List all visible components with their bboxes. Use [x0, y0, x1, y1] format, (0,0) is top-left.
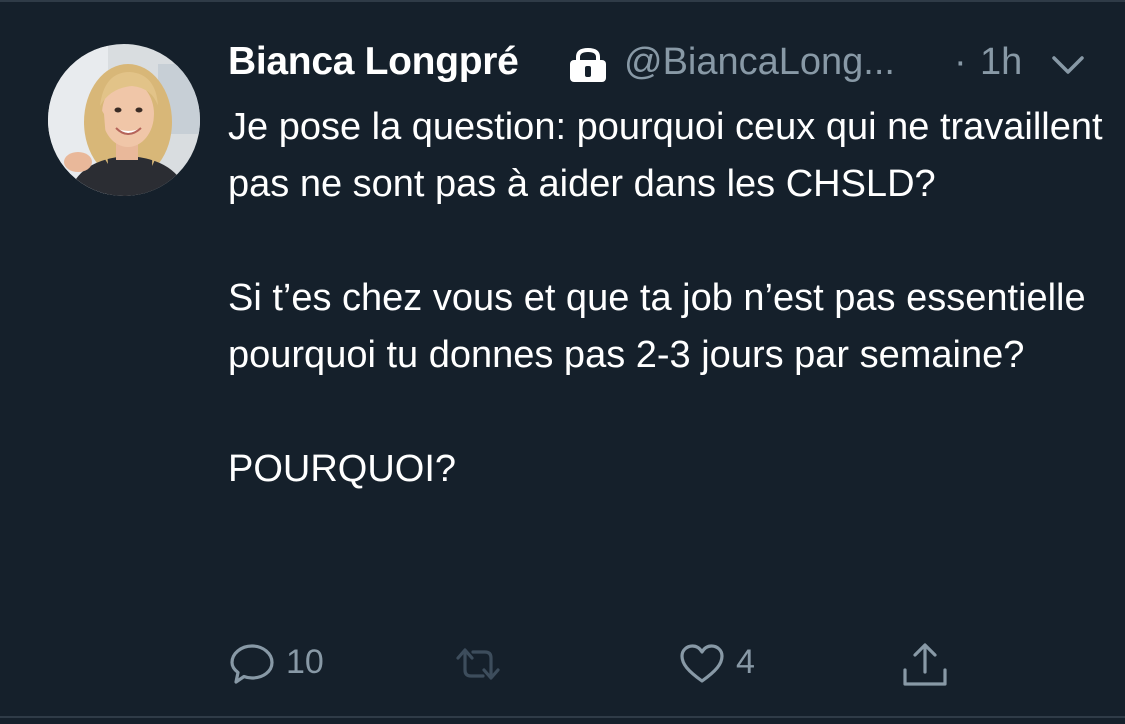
like-button[interactable]: 4 [678, 640, 768, 690]
lock-icon [568, 47, 608, 87]
meta-separator: · [954, 41, 967, 83]
author-handle[interactable]: @BiancaLong... [624, 41, 895, 84]
top-divider [0, 0, 1125, 2]
share-button[interactable] [900, 640, 950, 690]
retweet-icon [456, 648, 500, 680]
tweet-paragraph: Je pose la question: pourquoi ceux qui n… [228, 106, 1103, 205]
author-name[interactable]: Bianca Longpré [228, 40, 519, 84]
reply-button[interactable]: 10 [228, 640, 338, 690]
tweet-text: Je pose la question: pourquoi ceux qui n… [228, 99, 1108, 498]
tweet-screen: Bianca Longpré @BiancaLong... · 1h Je po… [0, 0, 1125, 724]
tweet-paragraph: Si t’es chez vous et que ta job n’est pa… [228, 277, 1086, 376]
avatar[interactable] [48, 44, 200, 196]
share-icon [903, 643, 947, 686]
tweet-timestamp[interactable]: 1h [980, 41, 1022, 84]
chevron-down-icon[interactable] [1048, 50, 1088, 85]
reply-count: 10 [286, 643, 324, 681]
bottom-divider [0, 716, 1125, 718]
heart-icon [680, 644, 724, 683]
tweet-header: Bianca Longpré @BiancaLong... · 1h [228, 38, 1088, 94]
tweet-paragraph: POURQUOI? [228, 448, 457, 490]
like-count: 4 [736, 643, 755, 681]
retweet-button[interactable] [450, 640, 510, 690]
reply-icon [230, 644, 274, 684]
